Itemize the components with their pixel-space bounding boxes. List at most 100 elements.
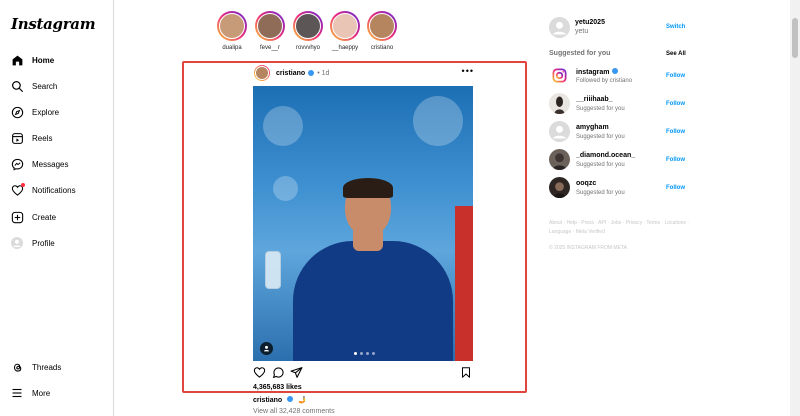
story-username: dualipa — [222, 45, 242, 51]
water-bottle — [265, 251, 281, 289]
suggestion-avatar[interactable] — [549, 121, 570, 142]
suggestion-reason: Suggested for you — [576, 190, 625, 196]
suggestion-reason: Followed by cristiano — [576, 78, 633, 84]
plus-square-icon — [10, 210, 24, 224]
tagged-user-icon[interactable] — [260, 342, 273, 355]
like-icon[interactable] — [253, 366, 266, 379]
follow-button[interactable]: Follow — [666, 73, 685, 79]
suggestion-avatar[interactable] — [549, 177, 570, 198]
background-player — [455, 206, 473, 361]
story-avatar — [257, 13, 283, 39]
post-image[interactable] — [253, 86, 473, 361]
carousel-dot — [360, 352, 363, 355]
current-user-avatar[interactable] — [549, 17, 570, 38]
nav-label: Messages — [32, 159, 69, 169]
nav-label: Profile — [32, 238, 55, 248]
verified-badge-icon — [308, 70, 315, 76]
suggestion-username[interactable]: ooqzc — [576, 180, 596, 187]
suggestion-avatar[interactable] — [549, 149, 570, 170]
nav-messages[interactable]: Messages — [10, 153, 68, 175]
story-item[interactable]: rovvvhyo — [288, 11, 328, 51]
post-header: cristiano • 1d ••• — [254, 64, 474, 82]
reels-icon — [10, 131, 24, 145]
story-avatar — [219, 13, 245, 39]
nav-profile[interactable]: Profile — [10, 232, 55, 254]
follow-button[interactable]: Follow — [666, 129, 685, 135]
suggestion-avatar[interactable] — [549, 93, 570, 114]
story-avatar — [332, 13, 358, 39]
sidebar: Instagram Home Search Explore Reels Mess… — [0, 0, 114, 416]
story-ring — [330, 11, 360, 41]
see-all-link[interactable]: See All — [666, 51, 686, 57]
suggestion-username[interactable]: amygham — [576, 124, 609, 131]
nav-reels[interactable]: Reels — [10, 127, 52, 149]
nav-create[interactable]: Create — [10, 206, 56, 228]
story-avatar — [295, 13, 321, 39]
instagram-logo-icon[interactable] — [549, 65, 570, 86]
nav-explore[interactable]: Explore — [10, 101, 59, 123]
player-jersey — [293, 241, 453, 361]
switch-account-link[interactable]: Switch — [666, 24, 685, 30]
follow-button[interactable]: Follow — [666, 157, 685, 163]
caption-text: 🤳 — [298, 397, 307, 404]
story-ring — [217, 11, 247, 41]
current-username[interactable]: yetu2025 — [575, 19, 605, 26]
likes-count[interactable]: 4,365,683 likes — [253, 384, 302, 391]
suggestion-username[interactable]: __riiihaab_ — [576, 96, 613, 103]
nav-threads[interactable]: Threads — [10, 356, 61, 378]
follow-button[interactable]: Follow — [666, 101, 685, 107]
view-comments-link[interactable]: View all 32,428 comments — [253, 408, 335, 415]
story-ring — [293, 11, 323, 41]
post-caption: cristiano 🤳 — [253, 396, 307, 404]
story-item[interactable]: dualipa — [212, 11, 252, 51]
scrollbar-thumb[interactable] — [792, 18, 798, 58]
threads-icon — [10, 360, 24, 374]
nav-label: More — [32, 388, 51, 398]
story-item[interactable]: feve__r — [250, 11, 290, 51]
search-icon — [10, 79, 24, 93]
save-bookmark-icon[interactable] — [460, 366, 473, 379]
suggestion-username[interactable]: instagram — [576, 68, 619, 76]
post-time-value: 1d — [321, 69, 330, 77]
suggestion-row: amygham Suggested for you Follow — [549, 121, 685, 143]
nav-label: Notifications — [32, 185, 76, 195]
share-icon[interactable] — [290, 366, 303, 379]
story-ring — [255, 11, 285, 41]
story-username: __haeppy — [331, 45, 359, 51]
carousel-dots — [354, 352, 375, 355]
suggestion-reason: Suggested for you — [576, 134, 625, 140]
instagram-logo[interactable]: Instagram — [11, 15, 96, 33]
caption-username[interactable]: cristiano — [253, 397, 282, 404]
suggestion-row: instagram Followed by cristiano Follow — [549, 65, 685, 87]
heart-icon — [10, 183, 25, 197]
comment-icon[interactable] — [272, 366, 285, 379]
follow-button[interactable]: Follow — [666, 185, 685, 191]
story-item[interactable]: __haeppy — [325, 11, 365, 51]
suggestion-row: ooqzc Suggested for you Follow — [549, 177, 685, 199]
carousel-dot — [354, 352, 357, 355]
nav-more[interactable]: More — [10, 382, 50, 404]
story-item[interactable]: cristiano — [362, 11, 402, 51]
story-ring — [367, 11, 397, 41]
nav-label: Reels — [32, 133, 53, 143]
page-scrollbar[interactable] — [790, 0, 800, 416]
bokeh-light — [273, 176, 298, 201]
nav-notifications[interactable]: Notifications — [10, 179, 76, 201]
suggestion-username[interactable]: _diamond.ocean_ — [576, 152, 635, 159]
messenger-icon — [10, 157, 24, 171]
footer-links[interactable]: About · Help · Press · API · Jobs · Priv… — [549, 219, 689, 237]
bokeh-light — [413, 96, 463, 146]
post-author-avatar[interactable] — [254, 65, 270, 81]
compass-icon — [10, 105, 24, 119]
nav-home[interactable]: Home — [10, 49, 54, 71]
story-username: rovvvhyo — [295, 45, 320, 51]
nav-search[interactable]: Search — [10, 75, 57, 97]
verified-badge-icon — [287, 396, 294, 402]
home-icon — [10, 53, 24, 67]
carousel-dot — [366, 352, 369, 355]
copyright-text: © 2025 INSTAGRAM FROM META — [549, 245, 627, 251]
post-author-username[interactable]: cristiano — [276, 70, 305, 77]
more-options-icon[interactable]: ••• — [462, 66, 474, 76]
notification-dot — [21, 183, 25, 187]
instagram-app: Instagram Home Search Explore Reels Mess… — [0, 0, 800, 416]
